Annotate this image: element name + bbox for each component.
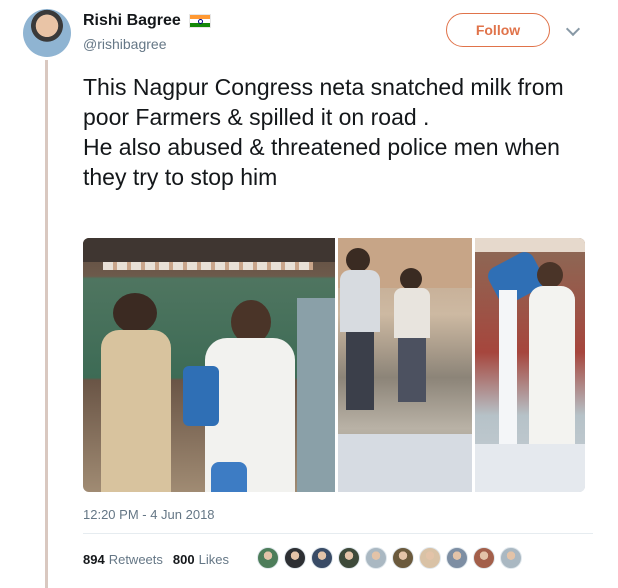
photo-milk-spill[interactable]	[475, 238, 585, 492]
tweet-text-line-1: This Nagpur Congress neta snatched milk …	[83, 74, 564, 130]
retweets-count[interactable]: 894	[83, 552, 105, 567]
tweet-media	[83, 238, 585, 492]
liker-avatar[interactable]	[365, 547, 387, 569]
thread-connector-line	[45, 60, 48, 588]
author-name-row: Rishi Bagree	[83, 12, 211, 30]
liker-avatar[interactable]	[500, 547, 522, 569]
likes-label[interactable]: Likes	[199, 552, 229, 567]
liker-avatar[interactable]	[338, 547, 360, 569]
photo-men-on-road[interactable]	[338, 238, 472, 492]
likes-count[interactable]: 800	[173, 552, 195, 567]
liker-avatar[interactable]	[446, 547, 468, 569]
tweet-text-line-2: He also abused & threatened police men w…	[83, 134, 560, 190]
india-flag-icon	[188, 14, 211, 28]
liker-avatar[interactable]	[257, 547, 279, 569]
tweet-timestamp[interactable]: 12:20 PM - 4 Jun 2018	[83, 507, 215, 522]
tweet-stats: 894 Retweets 800 Likes	[83, 552, 229, 567]
chevron-down-icon[interactable]	[565, 21, 581, 37]
user-handle[interactable]: @rishibagree	[83, 36, 166, 52]
retweets-label[interactable]: Retweets	[109, 552, 163, 567]
liker-avatar[interactable]	[473, 547, 495, 569]
stats-divider	[83, 533, 593, 534]
avatar[interactable]	[23, 9, 71, 57]
tweet-text: This Nagpur Congress neta snatched milk …	[83, 72, 593, 192]
liker-avatar[interactable]	[419, 547, 441, 569]
liker-avatar[interactable]	[284, 547, 306, 569]
display-name[interactable]: Rishi Bagree	[83, 12, 181, 30]
liker-avatar[interactable]	[311, 547, 333, 569]
follow-button[interactable]: Follow	[446, 13, 550, 47]
liker-avatars	[257, 547, 522, 569]
liker-avatar[interactable]	[392, 547, 414, 569]
photo-police-confrontation[interactable]	[83, 238, 335, 492]
